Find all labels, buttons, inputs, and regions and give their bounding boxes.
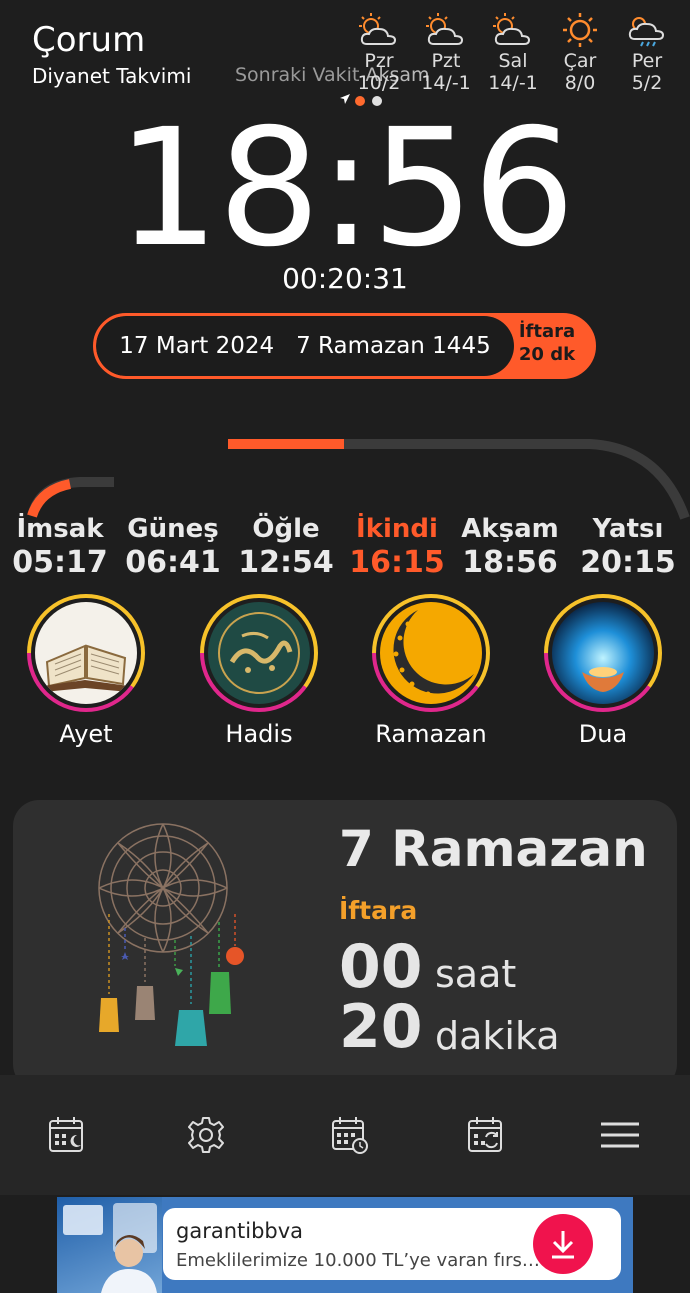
- bottom-toolbar: [0, 1075, 690, 1195]
- ramadan-day-title: 7 Ramazan: [339, 820, 648, 878]
- quran-icon: [35, 602, 137, 704]
- shortcut-ring-inner: [548, 598, 658, 708]
- shortcut-ring: [544, 594, 662, 712]
- weather-temps: 14/-1: [421, 72, 471, 94]
- prayer-times: İmsak 05:17 Güneş 06:41 Öğle 12:54 İkind…: [0, 512, 690, 582]
- shortcut-ayet[interactable]: Ayet: [27, 594, 145, 748]
- shortcut-ring: [372, 594, 490, 712]
- weather-day-name: Çar: [563, 50, 597, 72]
- calendar-clock-icon[interactable]: [330, 1115, 370, 1155]
- ramadan-lantern-icon: [98, 823, 244, 1046]
- crescent-icon: [380, 602, 482, 704]
- prayer-yatsi[interactable]: Yatsı 20:15: [573, 512, 683, 580]
- weather-day[interactable]: Pzt 14/-1: [413, 12, 479, 94]
- prayer-gunes[interactable]: Güneş 06:41: [118, 512, 228, 580]
- iftar-remaining-badge: İftara 20 dk: [507, 320, 587, 366]
- weather-day[interactable]: Sal 14/-1: [480, 12, 546, 94]
- iftar-label: İftara: [339, 896, 418, 925]
- date-bar[interactable]: 17 Mart 2024 7 Ramazan 1445 İftara 20 dk: [93, 313, 596, 379]
- prayer-name: Öğle: [252, 514, 320, 544]
- shortcut-ring-inner: [204, 598, 314, 708]
- praying-hands-icon: [552, 602, 654, 704]
- weather-temps: 8/0: [564, 72, 596, 94]
- header: Çorum Diyanet Takvimi Sonraki Vakit Akşa…: [0, 0, 690, 110]
- sunny-icon: [563, 13, 597, 47]
- gregorian-date: 17 Mart 2024: [119, 333, 275, 359]
- prayer-ikindi[interactable]: İkindi 16:15: [342, 512, 452, 580]
- partly-cloudy-icon: [359, 13, 397, 45]
- ad-banner[interactable]: garantibbva Emeklilerimize 10.000 TL’ye …: [57, 1197, 633, 1293]
- rain-icon: [628, 17, 665, 47]
- prayer-name: İmsak: [16, 514, 104, 544]
- prayer-name: İkindi: [356, 514, 438, 544]
- prayer-time: 20:15: [580, 545, 676, 580]
- hours-unit: saat: [435, 952, 517, 996]
- city-name[interactable]: Çorum: [32, 20, 145, 60]
- calendar-sync-icon[interactable]: [466, 1115, 506, 1155]
- prayer-time: 05:17: [12, 545, 108, 580]
- prayer-time: 16:15: [349, 545, 445, 580]
- shortcut-ring-inner: [31, 598, 141, 708]
- download-icon: [552, 1231, 574, 1259]
- settings-gear-icon[interactable]: [186, 1115, 226, 1155]
- partly-cloudy-icon: [493, 13, 531, 45]
- prayer-time: 18:56: [462, 545, 558, 580]
- shortcut-ramazan[interactable]: Ramazan: [372, 594, 490, 748]
- weather-temps: 10/2: [357, 72, 401, 94]
- prayer-time: 12:54: [238, 545, 334, 580]
- date-display: 17 Mart 2024 7 Ramazan 1445: [96, 316, 514, 376]
- iftar-minutes: 20 dk: [518, 344, 576, 365]
- prayer-imsak[interactable]: İmsak 05:17: [5, 512, 115, 580]
- ad-thumbnail: [57, 1197, 162, 1293]
- weather-day[interactable]: Per 5/2: [614, 12, 680, 94]
- weather-day[interactable]: Pzr 10/2: [346, 12, 412, 94]
- shortcut-ring: [200, 594, 318, 712]
- shortcut-hadis[interactable]: Hadis: [200, 594, 318, 748]
- prayer-name: Akşam: [461, 514, 559, 544]
- weather-day[interactable]: Çar 8/0: [547, 12, 613, 94]
- prayer-time: 06:41: [125, 545, 221, 580]
- next-prayer-countdown: 00:20:31: [282, 262, 408, 295]
- weather-temps: 14/-1: [488, 72, 538, 94]
- weather-day-name: Pzt: [431, 50, 461, 72]
- ramadan-card[interactable]: 7 Ramazan İftara 00 saat 20 dakika: [13, 800, 677, 1090]
- shortcut-label: Hadis: [225, 720, 293, 748]
- partly-cloudy-icon: [426, 13, 464, 45]
- calendar-source: Diyanet Takvimi: [32, 64, 192, 88]
- prayer-aksam[interactable]: Akşam 18:56: [455, 512, 565, 580]
- shortcut-label: Ayet: [59, 720, 113, 748]
- ad-brand: garantibbva: [176, 1219, 304, 1243]
- prayer-ogle[interactable]: Öğle 12:54: [231, 512, 341, 580]
- calligraphy-icon: [208, 602, 310, 704]
- shortcut-ring: [27, 594, 145, 712]
- ad-person-image: [63, 1203, 157, 1293]
- hijri-date: 7 Ramazan 1445: [296, 333, 491, 359]
- current-time: 18:56: [116, 95, 576, 283]
- weather-temps: 5/2: [631, 72, 663, 94]
- shortcut-dua[interactable]: Dua: [544, 594, 662, 748]
- prayer-name: Güneş: [127, 514, 219, 544]
- shortcut-label: Dua: [578, 720, 628, 748]
- menu-icon[interactable]: [600, 1115, 640, 1155]
- calendar-moon-icon[interactable]: [47, 1115, 87, 1155]
- prayer-name: Yatsı: [592, 514, 664, 544]
- shortcut-label: Ramazan: [375, 720, 487, 748]
- iftar-label: İftara: [518, 321, 576, 342]
- next-prayer-prefix: Sonraki Vakit: [235, 64, 360, 86]
- shortcut-ring-inner: [376, 598, 486, 708]
- ad-download-button[interactable]: [533, 1214, 593, 1274]
- weather-day-name: Pzr: [364, 50, 394, 72]
- weather-day-name: Per: [631, 50, 663, 72]
- ad-content: garantibbva Emeklilerimize 10.000 TL’ye …: [163, 1208, 621, 1280]
- weather-day-name: Sal: [498, 50, 528, 72]
- minutes-value: 20: [339, 992, 423, 1062]
- minutes-unit: dakika: [435, 1014, 560, 1058]
- hours-value: 00: [339, 932, 423, 1002]
- ad-text: Emeklilerimize 10.000 TL’ye varan fırs…: [176, 1250, 540, 1271]
